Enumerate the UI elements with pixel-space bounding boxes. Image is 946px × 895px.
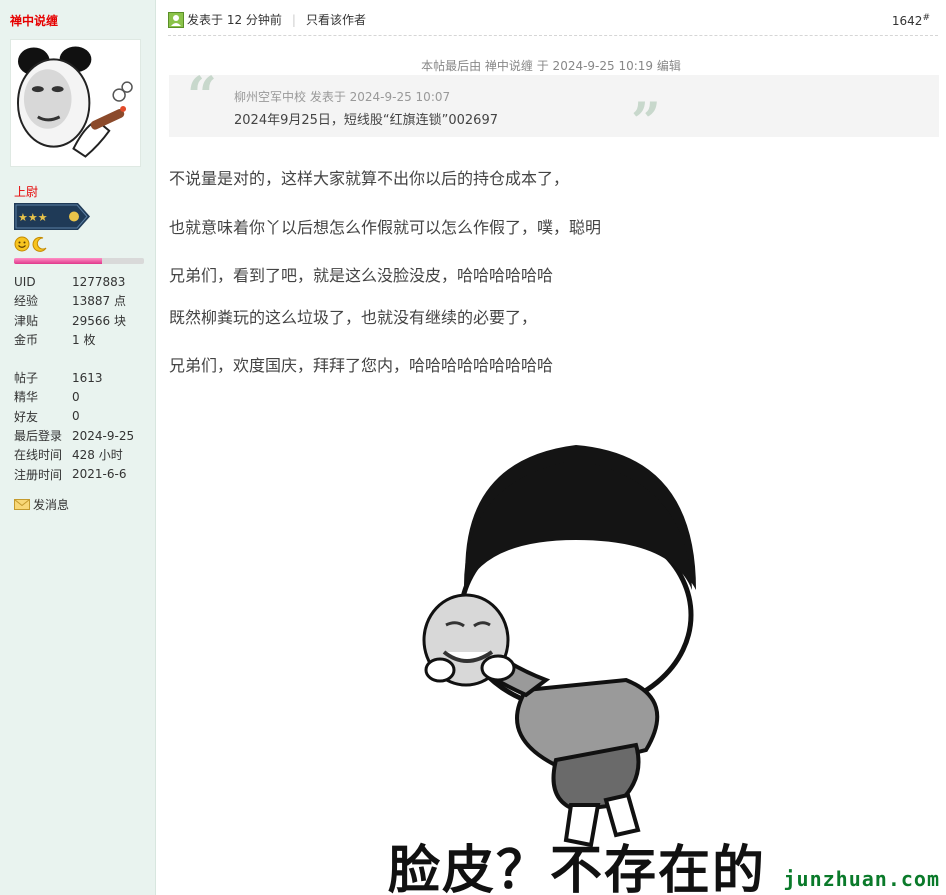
level-progress-fill (14, 258, 103, 264)
post-paragraph: 兄弟们，看到了吧，就是这么没脸没皮，哈哈哈哈哈哈 (169, 266, 554, 285)
stat-row: 好友 0 (14, 407, 149, 426)
profile-stats: UID 1277883 经验 13887 点津贴 29566 块金币 1 枚 (14, 272, 149, 349)
posted-time: 发表于 12 分钟前 (187, 13, 282, 27)
stat-value: 0 (72, 389, 80, 404)
site-watermark: junzhuan.com (783, 867, 940, 891)
stat-label: 好友 (14, 409, 39, 424)
post-body: 发表于 12 分钟前 | 只看该作者 1642# 本帖最后由 禅中说缠 于 20… (156, 0, 946, 895)
post-paragraph: 兄弟们，欢度国庆，拜拜了您内，哈哈哈哈哈哈哈哈哈 (169, 356, 554, 375)
author-avatar[interactable] (10, 39, 141, 167)
stat-value: 2024-9-25 (72, 428, 135, 443)
stat-label: 最后登录 (14, 429, 63, 444)
stat-label: 在线时间 (14, 448, 63, 463)
stat-row: 经验 13887 点 (14, 291, 149, 310)
stat-row: 帖子 1613 (14, 368, 149, 387)
stat-row: 注册时间 2021-6-6 (14, 464, 149, 483)
stat-value: 1 枚 (72, 333, 96, 348)
captain-rank-badge-icon: ★★★ (14, 203, 90, 230)
author-rank-title: 上尉 (14, 185, 39, 199)
quote-close-mark-icon: ” (631, 92, 661, 153)
header-separator: | (291, 13, 296, 27)
stat-row: UID 1277883 (14, 272, 149, 291)
medal-list (14, 236, 48, 252)
envelope-icon (14, 499, 30, 510)
bowl-cut-meme-illustration-icon (422, 445, 696, 848)
stat-value: 0 (72, 409, 80, 424)
post-paragraph: 也就意味着你丫以后想怎么作假就可以怎么作假了，噗，聪明 (169, 218, 602, 237)
stat-row: 在线时间 428 小时 (14, 445, 149, 464)
moon-medal-icon[interactable] (32, 236, 48, 252)
meme-caption: 脸皮？不存在的 (388, 841, 767, 895)
stat-value: 428 小时 (72, 448, 123, 463)
quote-author-line: 柳州空军中校 发表于 2024-9-25 10:07 (234, 90, 451, 104)
send-message-label: 发消息 (33, 498, 70, 512)
post-header: 发表于 12 分钟前 | 只看该作者 1642# (168, 12, 938, 36)
stat-row: 精华 0 (14, 387, 149, 406)
online-status-icon (168, 12, 184, 28)
floor-number-link[interactable]: 1642# (892, 13, 930, 28)
floor-number: 1642 (891, 14, 923, 28)
stat-label: 金币 (14, 333, 39, 348)
stat-label: 帖子 (14, 371, 39, 386)
panda-meme-avatar-icon (16, 45, 135, 161)
quote-block: “ 柳州空军中校 发表于 2024-9-25 10:07 2024年9月25日，… (169, 71, 939, 149)
stat-label: 津贴 (14, 313, 39, 328)
stat-value: 29566 块 (72, 313, 126, 328)
svg-text:★★★: ★★★ (18, 211, 48, 224)
only-view-author-link[interactable]: 只看该作者 (306, 12, 366, 28)
level-progress-bar (14, 258, 144, 264)
meme-image[interactable] (376, 440, 776, 895)
stat-value: 1613 (72, 370, 103, 385)
post-paragraph: 既然柳粪玩的这么垃圾了，也就没有继续的必要了， (169, 308, 538, 327)
profile-stats-extended: 帖子 1613 精华 0 好友 0 最后登录 2024-9-25 在线时间 428 小时 注册时间 2… (14, 368, 149, 484)
stat-row: 最后登录 2024-9-25 (14, 426, 149, 445)
stat-value: 2021-6-6 (72, 467, 127, 482)
author-username[interactable]: 禅中说缠 (10, 12, 58, 29)
edit-note: 本帖最后由 禅中说缠 于 2024-9-25 10:19 编辑 (421, 59, 681, 73)
smiley-medal-icon[interactable] (14, 236, 30, 252)
stat-label: 注册时间 (14, 467, 63, 482)
post-paragraph: 不说量是对的，这样大家就算不出你以后的持仓成本了， (169, 169, 570, 188)
send-message-button[interactable]: 发消息 (14, 496, 69, 513)
stat-label: 精华 (14, 390, 39, 405)
stat-value: 1277883 (72, 274, 126, 289)
stat-row: 津贴 29566 块 (14, 311, 149, 330)
quote-text: 2024年9月25日，短线股“红旗连锁”002697 (234, 113, 498, 128)
stat-row: 金币 1 枚 (14, 330, 149, 349)
quote-open-mark-icon: “ (187, 66, 217, 127)
floor-suffix: # (922, 13, 930, 23)
stat-value: 13887 点 (72, 294, 126, 309)
stat-label: UID (14, 274, 36, 289)
stat-label: 经验 (14, 294, 39, 309)
author-sidebar: 禅中说缠 上尉 ★★★ UID 1277883 经验 13887 点 津贴 29… (0, 0, 156, 895)
